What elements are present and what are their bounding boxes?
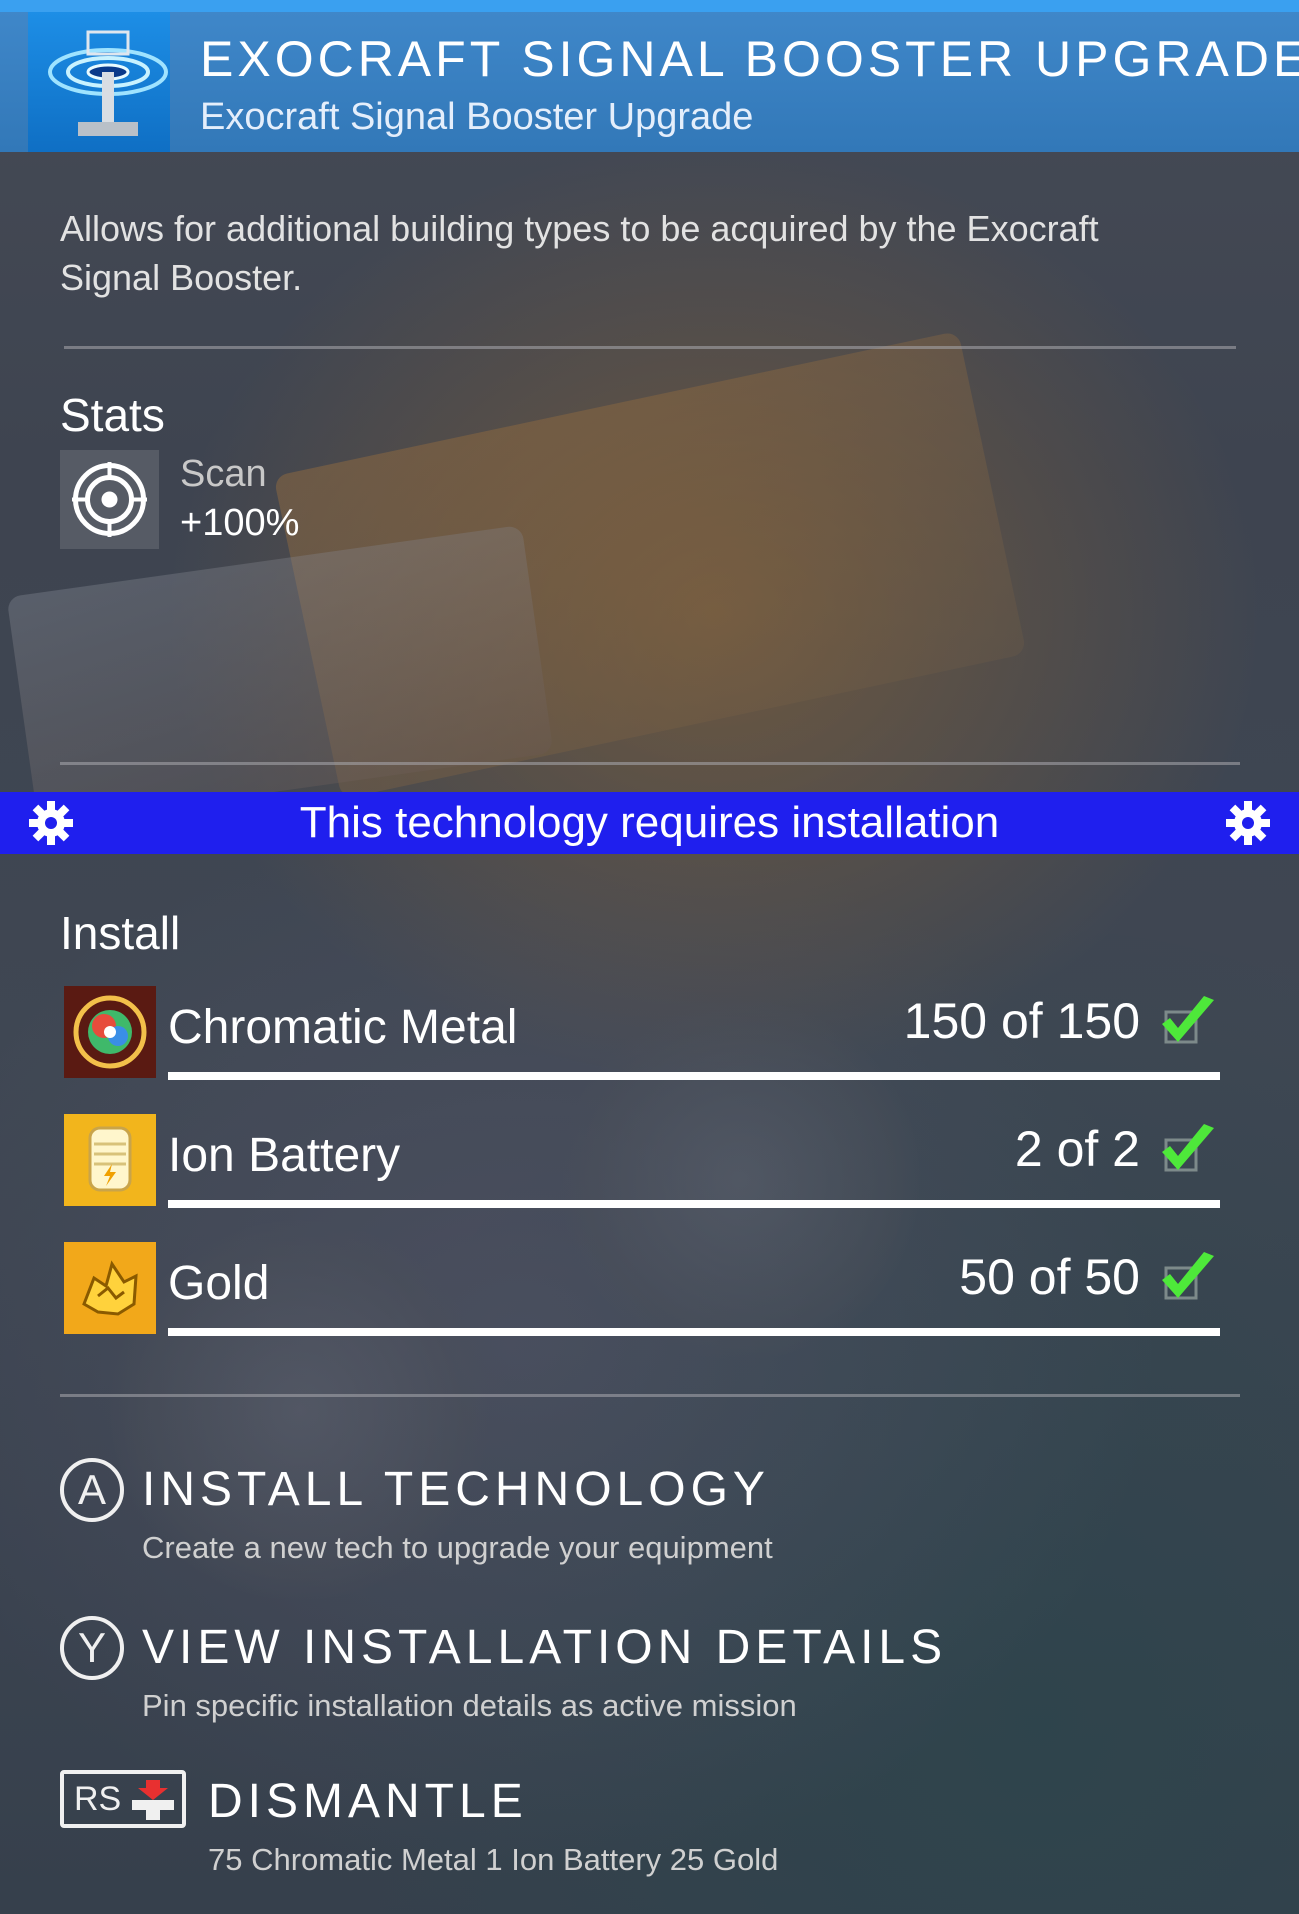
y-button-icon[interactable]: Y xyxy=(60,1616,124,1680)
requirement-progress-bar xyxy=(168,1072,1220,1080)
item-header: EXOCRAFT SIGNAL BOOSTER UPGRADE TA Exocr… xyxy=(0,12,1299,152)
stats-heading: Stats xyxy=(60,389,165,441)
background-vehicle-panel xyxy=(6,524,554,826)
dismantle-title[interactable]: DISMANTLE xyxy=(208,1774,528,1829)
divider xyxy=(60,1394,1240,1397)
stat-name: Scan xyxy=(180,453,267,495)
requirement-row: Ion Battery 2 of 2 xyxy=(64,1114,1220,1208)
gear-icon xyxy=(29,801,73,845)
requirement-progress-bar xyxy=(168,1328,1220,1336)
chromatic-metal-icon xyxy=(64,986,156,1078)
dismantle-action[interactable]: RS DISMANTLE 75 Chromatic Metal 1 Ion Ba… xyxy=(60,1770,1210,1880)
requirement-count: 50 of 50 xyxy=(959,1249,1140,1305)
requirement-row: Gold 50 of 50 xyxy=(64,1242,1220,1336)
view-installation-details-action[interactable]: Y VIEW INSTALLATION DETAILS Pin specific… xyxy=(60,1616,1210,1726)
divider xyxy=(64,346,1236,349)
item-subtitle: Exocraft Signal Booster Upgrade xyxy=(200,96,754,138)
banner-text: This technology requires installation xyxy=(299,798,1000,847)
item-title: EXOCRAFT SIGNAL BOOSTER UPGRADE TA xyxy=(200,31,1299,87)
requirement-count: 150 of 150 xyxy=(903,993,1140,1049)
rs-button-label: RS xyxy=(74,1780,122,1818)
install-technology-action[interactable]: A INSTALL TECHNOLOGY Create a new tech t… xyxy=(60,1458,1210,1568)
view-installation-details-title[interactable]: VIEW INSTALLATION DETAILS xyxy=(142,1620,947,1675)
install-technology-description: Create a new tech to upgrade your equipm… xyxy=(142,1530,773,1565)
dismantle-icon xyxy=(132,1780,174,1820)
requirement-name: Ion Battery xyxy=(168,1129,401,1182)
dismantle-description: 75 Chromatic Metal 1 Ion Battery 25 Gold xyxy=(208,1842,779,1877)
check-icon xyxy=(1162,996,1214,1044)
check-icon xyxy=(1162,1124,1214,1172)
requirement-progress-bar xyxy=(168,1200,1220,1208)
a-button-icon[interactable]: A xyxy=(60,1458,124,1522)
requirement-row: Chromatic Metal 150 of 150 xyxy=(64,986,1220,1080)
signal-booster-icon xyxy=(28,12,170,152)
view-installation-details-description: Pin specific installation details as act… xyxy=(142,1688,797,1723)
stat-value: +100% xyxy=(180,502,300,544)
rs-button-icon[interactable]: RS xyxy=(60,1770,186,1828)
install-heading: Install xyxy=(60,907,181,959)
install-required-banner: This technology requires installation xyxy=(0,792,1299,854)
requirement-name: Gold xyxy=(168,1257,270,1310)
requirement-name: Chromatic Metal xyxy=(168,1001,518,1054)
ion-battery-icon xyxy=(64,1114,156,1206)
target-icon xyxy=(60,450,159,549)
gear-icon xyxy=(1226,801,1270,845)
install-technology-title[interactable]: INSTALL TECHNOLOGY xyxy=(142,1462,770,1517)
item-description: Allows for additional building types to … xyxy=(60,208,1099,298)
requirement-count: 2 of 2 xyxy=(1014,1121,1140,1177)
gold-icon xyxy=(64,1242,156,1334)
divider xyxy=(60,762,1240,765)
top-accent-bar xyxy=(0,0,1299,12)
check-icon xyxy=(1162,1252,1214,1300)
